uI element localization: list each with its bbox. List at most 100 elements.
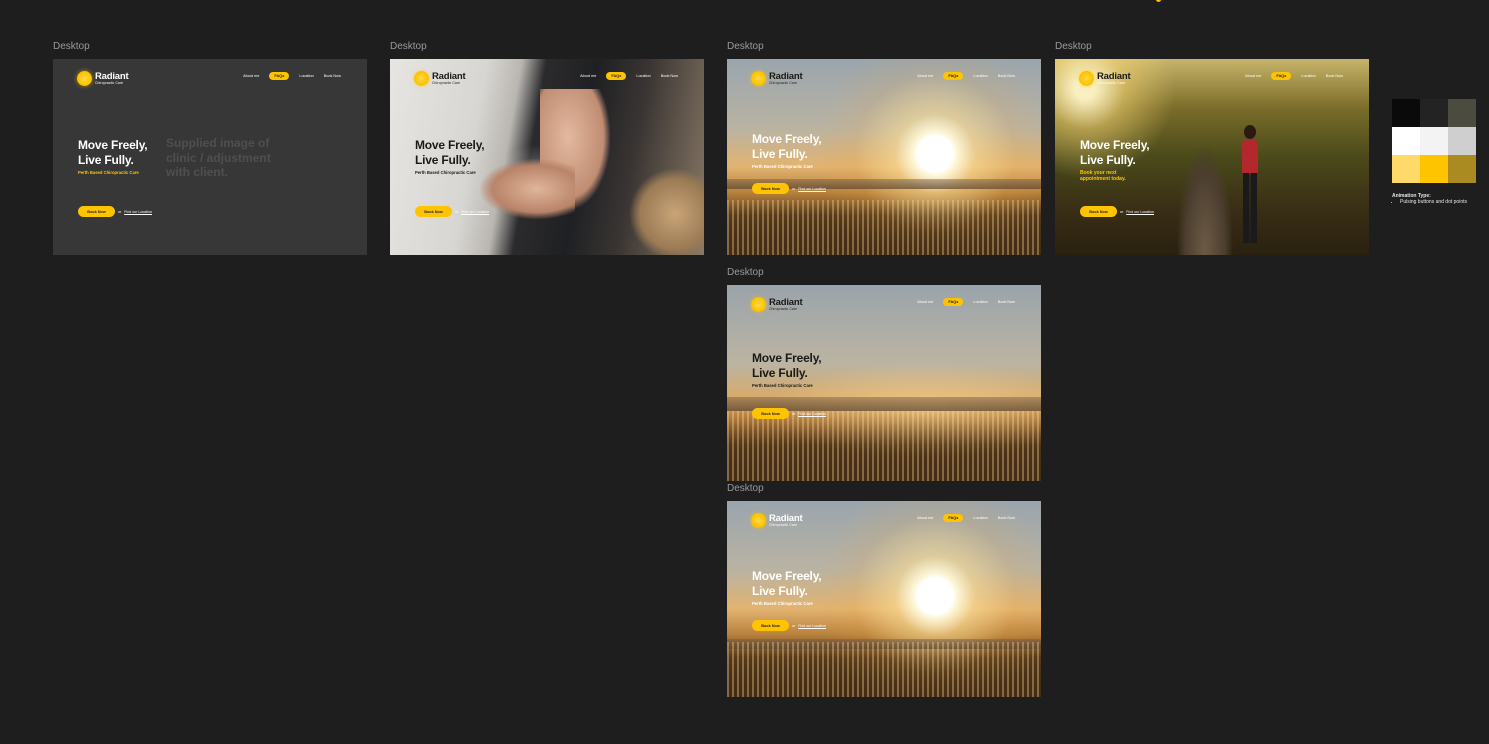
brand-name: Radiant bbox=[95, 70, 129, 82]
desktop-frame-adjustment[interactable]: Radiant Chiropractic Care About me FAQs … bbox=[390, 59, 704, 255]
desktop-frame-sunset-bright[interactable]: Radiant Chiropractic Care About me FAQs … bbox=[727, 501, 1041, 697]
swatch bbox=[1392, 155, 1420, 183]
grass-image bbox=[727, 642, 1041, 697]
nav-about[interactable]: About me bbox=[917, 516, 933, 520]
hero-title-line2: Live Fully. bbox=[78, 152, 134, 167]
hero-title-line1: Move Freely, bbox=[752, 351, 822, 365]
cta-or: or bbox=[792, 623, 796, 628]
find-location-link[interactable]: Find our Location bbox=[124, 210, 152, 214]
desktop-frame-dark[interactable]: Radiant Chiropractic Care About me FAQs … bbox=[53, 59, 367, 255]
desktop-frame-forest[interactable]: Radiant Chiropractic Care About me FAQs … bbox=[1055, 59, 1369, 255]
cta-or: or bbox=[455, 209, 459, 214]
hero: Move Freely, Live Fully. Perth Based Chi… bbox=[415, 138, 485, 175]
nav: About me FAQs Location Book Now bbox=[917, 72, 1015, 80]
header: Radiant Chiropractic Care About me FAQs … bbox=[390, 59, 704, 97]
nav-faqs[interactable]: FAQs bbox=[606, 72, 627, 80]
nav: About me FAQs Location Book Now bbox=[1245, 72, 1343, 80]
hero-subtitle: Perth Based Chiropractic Care bbox=[752, 383, 813, 388]
logo[interactable]: Radiant Chiropractic Care bbox=[751, 71, 803, 86]
nav-location[interactable]: Location bbox=[973, 300, 987, 304]
header: Radiant Chiropractic Care About me FAQs … bbox=[727, 285, 1041, 323]
nav-book[interactable]: Book Now bbox=[324, 74, 341, 78]
nav-book[interactable]: Book Now bbox=[661, 74, 678, 78]
nav-faqs[interactable]: FAQs bbox=[269, 72, 290, 80]
logo[interactable]: Radiant Chiropractic Care bbox=[414, 70, 466, 86]
book-now-button[interactable]: Book Now bbox=[752, 620, 789, 631]
hero: Move Freely, Live Fully. Perth Based Chi… bbox=[78, 138, 148, 175]
swatch bbox=[1448, 155, 1476, 183]
header: Radiant Chiropractic Care About me FAQs … bbox=[727, 59, 1041, 97]
animation-item: Pulsing buttons and dot points bbox=[1400, 199, 1472, 205]
book-now-button[interactable]: Book Now bbox=[752, 183, 789, 194]
brand-name: Radiant bbox=[432, 70, 466, 82]
animation-note: Animation Type: Pulsing buttons and dot … bbox=[1392, 193, 1472, 205]
hero: Move Freely, Live Fully. Perth Based Chi… bbox=[752, 569, 822, 606]
swatch bbox=[1448, 99, 1476, 127]
brand-name: Radiant bbox=[769, 512, 803, 524]
swatch bbox=[1420, 155, 1448, 183]
nav-faqs[interactable]: FAQs bbox=[1271, 72, 1292, 80]
cta-row: Book Now or Find our Location bbox=[752, 620, 826, 631]
hero-title-line2: Live Fully. bbox=[1080, 152, 1136, 167]
nav-location[interactable]: Location bbox=[973, 74, 987, 78]
sun-logo-icon bbox=[751, 71, 766, 86]
sun-logo-icon bbox=[751, 513, 766, 528]
nav-about[interactable]: About me bbox=[917, 300, 933, 304]
nav-about[interactable]: About me bbox=[243, 74, 259, 78]
logo[interactable]: Radiant Chiropractic Care bbox=[77, 70, 129, 86]
nav-location[interactable]: Location bbox=[299, 74, 313, 78]
hero-title-line2: Live Fully. bbox=[752, 583, 808, 598]
nav-faqs[interactable]: FAQs bbox=[943, 298, 964, 306]
find-location-link[interactable]: Find our Location bbox=[798, 187, 826, 191]
book-now-button[interactable]: Book Now bbox=[1080, 206, 1117, 217]
nav-book[interactable]: Book Now bbox=[1326, 74, 1343, 78]
logo[interactable]: Radiant Chiropractic Care bbox=[1079, 71, 1131, 86]
sun-logo-icon bbox=[77, 71, 92, 86]
nav-about[interactable]: About me bbox=[917, 74, 933, 78]
nav-faqs[interactable]: FAQs bbox=[943, 514, 964, 522]
find-location-link[interactable]: Find our Location bbox=[798, 412, 826, 416]
desktop-frame-hills[interactable]: Radiant Chiropractic Care About me FAQs … bbox=[727, 285, 1041, 481]
find-location-link[interactable]: Find our Location bbox=[461, 210, 489, 214]
logo[interactable]: Radiant Chiropractic Care bbox=[751, 297, 803, 312]
brand-tagline: Chiropractic Care bbox=[769, 81, 798, 86]
cta-or: or bbox=[792, 186, 796, 191]
nav-location[interactable]: Location bbox=[636, 74, 650, 78]
frame-label: Desktop bbox=[1055, 41, 1092, 52]
client-hair-image bbox=[630, 169, 704, 255]
hero: Move Freely, Live Fully. Perth Based Chi… bbox=[752, 351, 822, 388]
grass-image bbox=[727, 200, 1041, 255]
cta-row: Book Now or Find our Location bbox=[752, 408, 826, 419]
nav-book[interactable]: Book Now bbox=[998, 300, 1015, 304]
cta-or: or bbox=[1120, 209, 1124, 214]
hero: Move Freely, Live Fully. Book your next … bbox=[1080, 138, 1150, 182]
frame-label: Desktop bbox=[727, 267, 764, 278]
nav-faqs[interactable]: FAQs bbox=[943, 72, 964, 80]
hero-title-line1: Move Freely, bbox=[1080, 138, 1150, 152]
frame-label: Desktop bbox=[390, 41, 427, 52]
desktop-frame-sunset[interactable]: Radiant Chiropractic Care About me FAQs … bbox=[727, 59, 1041, 255]
nav: About me FAQs Location Book Now bbox=[243, 72, 341, 80]
nav-location[interactable]: Location bbox=[1301, 74, 1315, 78]
nav-book[interactable]: Book Now bbox=[998, 516, 1015, 520]
logo[interactable]: Radiant Chiropractic Care bbox=[751, 512, 803, 528]
nav-about[interactable]: About me bbox=[580, 74, 596, 78]
header: Radiant Chiropractic Care About me FAQs … bbox=[1055, 59, 1369, 97]
book-now-button[interactable]: Book Now bbox=[78, 206, 115, 217]
find-location-link[interactable]: Find our Location bbox=[798, 624, 826, 628]
nav-location[interactable]: Location bbox=[973, 516, 987, 520]
sun-logo-icon bbox=[414, 71, 429, 86]
header: Radiant Chiropractic Care About me FAQs … bbox=[53, 59, 367, 97]
book-now-button[interactable]: Book Now bbox=[752, 408, 789, 419]
nav: About me FAQs Location Book Now bbox=[917, 514, 1015, 522]
cta-row: Book Now or Find our Location bbox=[415, 206, 489, 217]
nav-about[interactable]: About me bbox=[1245, 74, 1261, 78]
cta-row: Book Now or Find our Location bbox=[752, 183, 826, 194]
header: Radiant Chiropractic Care About me FAQs … bbox=[727, 501, 1041, 539]
nav-book[interactable]: Book Now bbox=[998, 74, 1015, 78]
cta-row: Book Now or Find our Location bbox=[78, 206, 152, 217]
sun-logo-icon bbox=[751, 297, 766, 312]
find-location-link[interactable]: Find our Location bbox=[1126, 210, 1154, 214]
book-now-button[interactable]: Book Now bbox=[415, 206, 452, 217]
color-palette bbox=[1392, 99, 1476, 183]
